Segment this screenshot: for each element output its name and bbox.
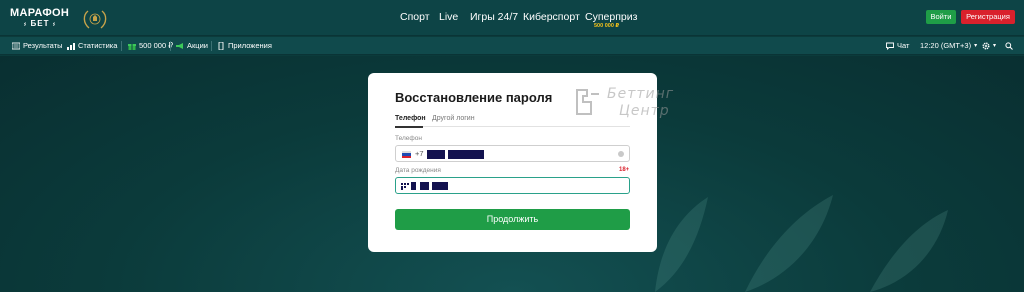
bar-chart-icon — [67, 43, 75, 50]
active-tab-indicator — [395, 126, 423, 128]
divider — [170, 41, 171, 51]
decorative-leaf — [655, 197, 708, 292]
redacted-value — [427, 150, 445, 159]
login-button[interactable]: Войти — [926, 10, 956, 24]
apps-link[interactable]: Приложения — [217, 37, 272, 55]
logo-wing-right: ⸗ — [52, 21, 57, 28]
phone-icon — [218, 42, 224, 50]
age-restriction-badge: 18+ — [619, 167, 630, 173]
apps-label: Приложения — [228, 41, 272, 50]
settings-menu[interactable]: ▾ — [982, 37, 996, 55]
nav-games-24-7[interactable]: Игры 24/7 — [470, 11, 518, 23]
results-label: Результаты — [23, 41, 63, 50]
phone-country-code: +7 — [415, 149, 424, 158]
phone-field-label: Телефон — [395, 135, 422, 142]
time-label: 12:20 (GMT+3) — [920, 41, 972, 50]
decorative-leaf — [870, 210, 948, 292]
recovery-method-tabs: Телефон Другой логин — [395, 113, 630, 128]
redacted-value — [448, 150, 484, 159]
search-icon — [1005, 42, 1013, 50]
award-laurel-icon — [83, 10, 107, 29]
brand-logo[interactable]: МАРАФОН ⸗ БЕТ ⸗ — [10, 7, 74, 31]
gear-icon — [982, 42, 990, 50]
dob-field-label: Дата рождения — [395, 167, 441, 174]
watermark-text-1: Беттинг — [607, 86, 675, 102]
continue-button[interactable]: Продолжить — [395, 209, 630, 230]
nav-superprize[interactable]: Суперприз — [585, 11, 637, 23]
tab-other-login[interactable]: Другой логин — [432, 115, 475, 122]
promos-label: Акции — [187, 41, 208, 50]
chat-icon — [886, 42, 894, 50]
redacted-value — [420, 182, 429, 190]
decorative-leaf — [745, 195, 833, 292]
list-icon — [12, 42, 20, 50]
logo-text-sub: ⸗ БЕТ ⸗ — [10, 19, 70, 28]
search-button[interactable] — [1005, 37, 1013, 55]
nav-sport[interactable]: Спорт — [400, 11, 430, 23]
chat-link[interactable]: Чат — [886, 37, 909, 55]
russia-flag-icon — [402, 151, 411, 158]
top-header: МАРАФОН ⸗ БЕТ ⸗ Спорт Live Игры 24/7 Киб… — [0, 0, 1024, 36]
gift-icon — [128, 44, 136, 50]
password-recovery-dialog: Восстановление пароля Беттинг Центр Теле… — [368, 73, 673, 252]
phone-input[interactable]: +7 — [395, 145, 630, 162]
clear-input-icon[interactable] — [618, 151, 624, 157]
statistics-label: Статистика — [78, 41, 118, 50]
chevron-down-icon: ▾ — [974, 43, 978, 49]
timezone-selector[interactable]: 12:20 (GMT+3) ▾ — [920, 37, 977, 55]
results-link[interactable]: Результаты — [12, 37, 63, 55]
bonus-label: 500 000 ₽ — [139, 41, 173, 50]
megaphone-icon — [176, 43, 183, 49]
promos-link[interactable]: Акции — [176, 37, 208, 55]
redacted-value — [411, 182, 416, 190]
logo-text-bet: БЕТ — [30, 19, 50, 28]
tab-phone[interactable]: Телефон — [395, 115, 426, 122]
divider — [211, 41, 212, 51]
nav-live[interactable]: Live — [439, 11, 458, 23]
logo-wing-left: ⸗ — [23, 21, 28, 28]
birth-date-input[interactable] — [395, 177, 630, 194]
statistics-link[interactable]: Статистика — [67, 37, 117, 55]
logo-text-main: МАРАФОН — [10, 7, 70, 19]
secondary-toolbar: Результаты Статистика 500 000 ₽ Акции Пр… — [0, 37, 1024, 55]
divider — [121, 41, 122, 51]
nav-esports[interactable]: Киберспорт — [523, 11, 580, 23]
dialog-title: Восстановление пароля — [395, 90, 553, 105]
redacted-value — [432, 182, 448, 190]
calendar-icon — [401, 183, 409, 190]
chat-label: Чат — [897, 41, 910, 50]
chevron-down-icon: ▾ — [993, 43, 997, 49]
bonus-link[interactable]: 500 000 ₽ — [128, 37, 173, 55]
superprize-amount: 500 000 ₽ — [594, 23, 620, 29]
register-button[interactable]: Регистрация — [961, 10, 1015, 24]
